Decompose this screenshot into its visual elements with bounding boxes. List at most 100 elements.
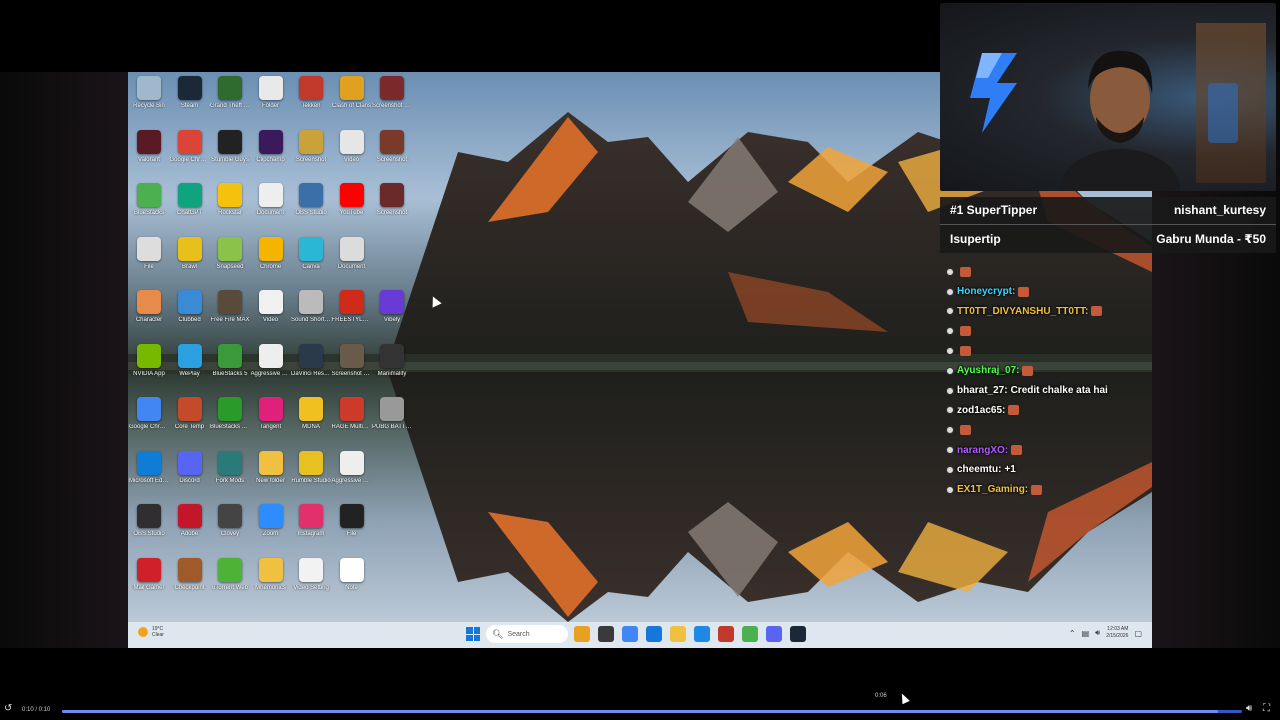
desktop-icon[interactable]: BlueStacks 5 [209,343,251,394]
desktop-icon[interactable]: Google Chrome [128,397,170,447]
windows-taskbar: 19°C Clear 🔍︎ Search ⌃ ▤ 🔊︎ 12:03 AM 2/1… [128,622,1152,648]
desktop-icon[interactable]: Aggressive Pan Flow [250,343,292,394]
desktop-icon-label: Tekken [301,103,321,109]
desktop-icon[interactable]: Discord [169,450,211,501]
desktop-icon[interactable]: Valorant [128,129,170,180]
replay-icon[interactable]: ↺ [4,703,12,714]
desktop-icon[interactable]: Screenshot [371,183,413,233]
app-icon [137,450,161,475]
desktop-icon[interactable]: FREESTYLE TYPE BEAT [331,290,373,340]
desktop-icon[interactable]: ChatGPT [169,183,211,233]
desktop-icon[interactable]: New folder [250,450,292,501]
desktop-icon[interactable]: BlueStacks [128,183,170,233]
fullscreen-icon[interactable]: ⛶ [1263,703,1270,714]
volume-icon[interactable]: 🔊︎ [1246,703,1252,714]
desktop-icon[interactable]: Instagram [290,504,332,554]
desktop-icon[interactable]: OBS Studio [290,183,332,233]
desktop-icon[interactable]: Tangent [250,397,292,447]
taskbar-app-icon[interactable] [694,626,710,642]
desktop-icon[interactable]: Clash of Clans [331,76,373,126]
taskbar-search-box[interactable]: 🔍︎ Search [486,625,568,643]
chat-message [946,341,1152,361]
desktop-icon[interactable]: Fork Mods [209,450,251,501]
desktop-icon[interactable]: Zoom [250,504,292,554]
desktop-icon[interactable]: Brawl [169,236,211,287]
desktop-icon[interactable]: PUBG BATTLEGR [371,397,413,447]
desktop-icon[interactable]: OBS Studio [128,504,170,554]
emote-icon [960,326,971,337]
desktop-icon[interactable]: Folder [250,76,292,126]
desktop-icon[interactable]: uTorrent Web [209,557,251,608]
desktop-icon[interactable]: Video Setting [290,557,332,608]
desktop-icon[interactable]: Checkpoint [169,557,211,608]
desktop-icon[interactable]: Clovey [209,504,251,554]
app-icon [137,236,161,261]
desktop-icon[interactable]: Screenshot 2025 [371,76,413,126]
streamer-logo-icon [970,53,1017,133]
desktop-icon[interactable]: Steam [169,76,211,126]
taskbar-app-icon[interactable] [670,626,686,642]
taskbar-app-icon[interactable] [622,626,638,642]
app-icon [339,183,364,207]
desktop-icon-label: Steam [180,103,199,109]
desktop-icon[interactable]: Character [128,290,170,340]
desktop-icon[interactable]: Canva [290,236,332,287]
desktop-icon[interactable]: File [128,236,170,287]
desktop-icon[interactable]: Screenshot 2025-11 [331,343,373,394]
app-icon [299,76,323,100]
taskbar-app-icon[interactable] [766,626,782,642]
desktop-icon[interactable]: Microsoft Edge [128,450,170,501]
desktop-icon[interactable]: Rockstar [209,183,251,233]
taskbar-app-icon[interactable] [790,626,806,642]
desktop-icon[interactable]: Chrome [250,236,292,287]
taskbar-app-icon[interactable] [574,626,590,642]
windows-start-icon[interactable] [466,627,480,641]
desktop-icon[interactable]: Core Temp [169,397,211,447]
desktop-icon[interactable]: Clipchamp [250,129,292,180]
weather-widget[interactable]: 19°C Clear [138,626,164,638]
desktop-icon[interactable]: Free Fire MAX [209,290,251,340]
desktop-icon[interactable]: MDNA [290,397,332,447]
desktop-icon[interactable]: Recycle Bin [128,76,170,126]
desktop-icon[interactable]: Vibely [371,290,413,340]
desktop-icon[interactable]: BlueStacks Multi-Instance [209,397,251,447]
notification-icon[interactable]: ▢ [1134,629,1142,638]
desktop-icon[interactable]: RAGE Multiplayer [331,397,373,447]
taskbar-app-icon[interactable] [742,626,758,642]
desktop-icon[interactable]: Screenshot [371,129,413,180]
desktop-icon[interactable]: Video [331,129,373,180]
desktop-icon[interactable]: Aggressive Pan Flow [331,450,373,501]
desktop-icon[interactable]: Adobe [169,504,211,554]
desktop-icon[interactable]: Mnemonics [250,557,292,608]
desktop-icon[interactable]: Tekken [290,76,332,126]
desktop-icon[interactable]: Sound Shortcut [290,290,332,340]
progress-bar[interactable] [62,710,1242,713]
taskbar-app-icon[interactable] [646,626,662,642]
desktop-icon[interactable]: Screenshot [290,129,332,180]
desktop-icon[interactable]: Note [331,557,373,608]
desktop-icon[interactable]: Rumble Studio [290,450,332,501]
volume-icon[interactable]: 🔊︎ [1095,628,1100,638]
desktop-icon[interactable]: DaVinci Resolve [290,343,332,394]
taskbar-app-icon[interactable] [598,626,614,642]
desktop-icon[interactable]: Manimality [371,343,413,394]
taskbar-clock[interactable]: 12:03 AM 2/15/2026 [1106,626,1128,640]
video-player: Recycle Bin Steam Grand Theft Auto V Folder… [0,0,1280,720]
desktop-icon[interactable]: Document [331,236,373,287]
desktop-icon[interactable]: Stumble Guys [209,129,251,180]
desktop-icon[interactable]: Mail Gamer [128,557,170,608]
network-icon[interactable]: ▤ [1082,629,1090,638]
desktop-icon[interactable]: NVIDIA App [128,343,170,394]
taskbar-app-icon[interactable] [718,626,734,642]
desktop-icon[interactable]: Document [250,183,292,233]
desktop-icon[interactable]: Clubbed [169,290,211,340]
desktop-icon[interactable]: YouTube [331,183,373,233]
desktop-icon[interactable]: Grand Theft Auto V [209,76,251,126]
desktop-icon[interactable]: WePlay [169,343,211,394]
desktop-icon[interactable]: Video [250,290,292,340]
desktop-icon[interactable]: Google Chrome [169,129,211,180]
chevron-up-icon[interactable]: ⌃ [1069,629,1076,638]
desktop-icon[interactable]: File [331,504,373,554]
app-icon [218,290,242,314]
desktop-icon[interactable]: Snapseed [209,236,251,287]
